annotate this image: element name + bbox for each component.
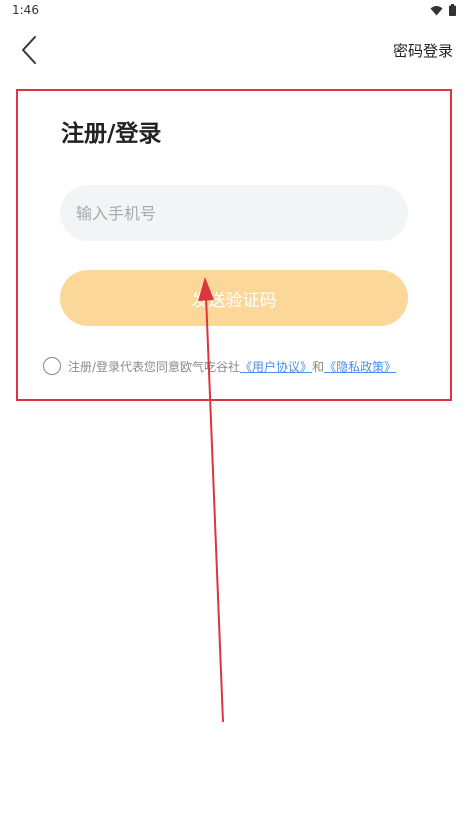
agreement-row: 注册/登录代表您同意欧气吃谷社 《用户协议》 和 《隐私政策》 — [43, 355, 396, 377]
status-time: 1:46 — [12, 3, 39, 17]
send-code-button[interactable]: 发送验证码 — [60, 270, 408, 326]
phone-input[interactable] — [60, 185, 408, 241]
status-icons — [430, 4, 456, 16]
agreement-text: 注册/登录代表您同意欧气吃谷社 — [68, 359, 241, 374]
password-login-link[interactable]: 密码登录 — [393, 40, 453, 61]
chevron-left-icon — [22, 36, 36, 64]
page-title: 注册/登录 — [61, 121, 162, 147]
back-button[interactable] — [14, 34, 44, 66]
user-agreement-link[interactable]: 《用户协议》 — [240, 358, 312, 375]
agreement-conjunction: 和 — [312, 359, 325, 374]
status-bar: 1:46 — [0, 0, 468, 24]
agreement-checkbox[interactable] — [43, 357, 61, 375]
privacy-policy-link[interactable]: 《隐私政策》 — [324, 358, 396, 375]
wifi-icon — [430, 5, 443, 15]
battery-icon — [449, 4, 456, 16]
top-bar: 密码登录 — [0, 28, 468, 72]
